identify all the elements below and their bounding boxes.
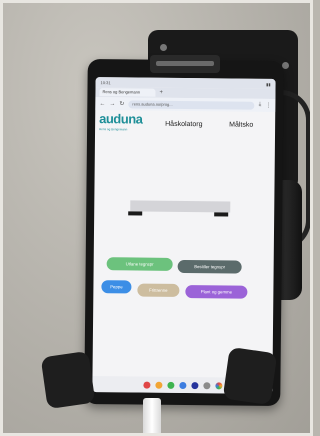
mount-screw	[282, 62, 289, 69]
holder-foot-right	[222, 346, 278, 406]
tan-button[interactable]: Frittrenne	[137, 283, 180, 297]
menu-icon[interactable]: ⋮	[265, 102, 271, 109]
back-icon[interactable]: ←	[99, 101, 105, 107]
app-icon-orange[interactable]	[154, 381, 162, 389]
forward-icon[interactable]: →	[109, 101, 115, 107]
battery-icon: ▮▮	[266, 81, 271, 87]
blue-button[interactable]: Peppe	[101, 280, 132, 294]
tablet-screen: 10:31 ▮▮ Rens og Bengemann + ← → ↻ rens.…	[92, 77, 276, 394]
clamp-ridge	[156, 61, 214, 66]
reload-icon[interactable]: ↻	[119, 100, 124, 107]
logo[interactable]: auduna Rens og Bengemann	[99, 111, 142, 135]
nav-link-1[interactable]: Håskolatorg	[165, 121, 202, 128]
range-slider[interactable]	[128, 197, 232, 218]
mount-screw	[160, 44, 167, 51]
new-tab-button[interactable]: +	[159, 90, 163, 96]
download-icon[interactable]: ⤓	[259, 102, 262, 109]
purple-button[interactable]: Plant og gemme	[185, 285, 248, 299]
top-clamp	[150, 55, 220, 73]
slider-handle-left[interactable]	[128, 211, 143, 216]
dark-button[interactable]: Bestiller tegnspr	[177, 259, 242, 274]
page-header: auduna Rens og Bengemann Håskolatorg Mål…	[95, 110, 275, 140]
app-icon-red[interactable]	[142, 381, 150, 389]
status-time: 10:31	[100, 79, 111, 85]
browser-tab[interactable]: Rens og Bengemann	[99, 88, 156, 97]
green-button[interactable]: Utlane tegnspr	[106, 257, 173, 271]
holder-foot-left	[40, 350, 96, 410]
app-icon-multicolor[interactable]	[214, 381, 222, 389]
app-icon-green[interactable]	[166, 381, 174, 389]
nav-link-2[interactable]: Måltsko	[229, 121, 253, 128]
app-icon-dark-blue[interactable]	[190, 381, 198, 389]
app-icon-blue[interactable]	[178, 381, 186, 389]
photo-scene: 10:31 ▮▮ Rens og Bengemann + ← → ↻ rens.…	[0, 0, 313, 436]
app-icon-grey[interactable]	[202, 381, 210, 389]
slider-track	[130, 200, 231, 213]
slider-handle-right[interactable]	[214, 212, 229, 217]
usb-cable	[143, 398, 161, 436]
url-field[interactable]: rens.auduna.no/prog...	[128, 99, 255, 110]
